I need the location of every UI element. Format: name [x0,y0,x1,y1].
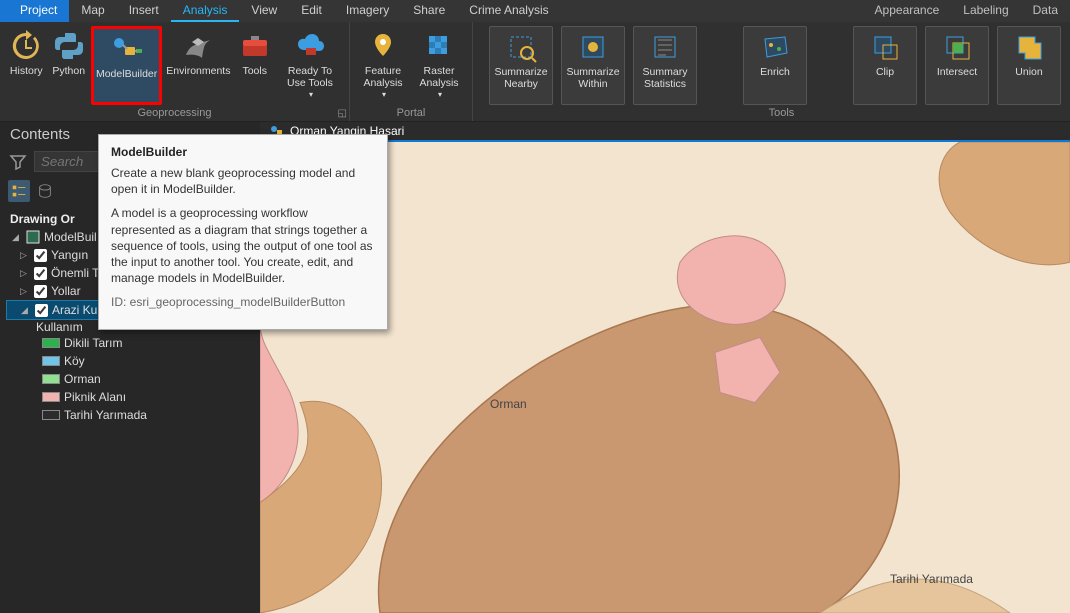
legend-label: Dikili Tarım [64,336,122,350]
menu-crime-analysis[interactable]: Crime Analysis [457,0,560,22]
raster-analysis-icon [423,30,455,62]
summary-statistics-button[interactable]: Summary Statistics [633,26,697,105]
union-icon [1013,31,1045,63]
environments-icon [182,30,214,62]
raster-analysis-button[interactable]: Raster Analysis▾ [412,26,466,105]
legend-item[interactable]: Dikili Tarım [36,334,254,352]
summarize-within-icon [577,31,609,63]
enrich-button[interactable]: Enrich [743,26,807,105]
dialog-launcher-geoprocessing[interactable]: ◱ [338,108,347,119]
legend-item[interactable]: Köy [36,352,254,370]
map-frame-icon [26,230,40,244]
ribbon-group-geoprocessing: History Python ModelBuilder Environments… [0,22,350,121]
feature-analysis-icon [367,30,399,62]
layer-visibility-checkbox[interactable] [34,249,47,262]
legend-swatch [42,392,60,402]
map-label: Orman [490,397,527,411]
chevron-down-icon: ▾ [309,89,313,101]
ribbon: History Python ModelBuilder Environments… [0,22,1070,122]
tooltip-modelbuilder: ModelBuilder Create a new blank geoproce… [98,134,388,330]
legend-label: Tarihi Yarımada [64,408,147,422]
legend-label: Köy [64,354,85,368]
legend-label: Piknik Alanı [64,390,126,404]
expand-icon[interactable]: ▷ [20,250,30,261]
menu-bar: Project Map Insert Analysis View Edit Im… [0,0,1070,22]
cloud-tools-icon [294,30,326,62]
clip-icon [869,31,901,63]
tools-button[interactable]: Tools [234,26,274,105]
union-button[interactable]: Union [997,26,1061,105]
legend-item[interactable]: Piknik Alanı [36,388,254,406]
python-icon [53,30,85,62]
list-by-source-icon[interactable] [34,180,56,202]
python-button[interactable]: Python [48,26,88,105]
menu-imagery[interactable]: Imagery [334,0,401,22]
ctx-labeling[interactable]: Labeling [951,0,1020,22]
legend-swatch [42,374,60,384]
tooltip-summary: Create a new blank geoprocessing model a… [111,165,375,197]
ctx-data[interactable]: Data [1021,0,1070,22]
legend-item[interactable]: Orman [36,370,254,388]
expand-icon[interactable]: ▷ [20,268,30,279]
toolbox-icon [239,30,271,62]
summarize-nearby-icon [505,31,537,63]
menu-view[interactable]: View [239,0,289,22]
ribbon-group-tools: Summarize Nearby Summarize Within Summar… [473,22,1070,121]
enrich-icon [759,31,791,63]
ribbon-group-portal: Feature Analysis▾ Raster Analysis▾ Porta… [350,22,473,121]
group-label-tools: Tools [479,107,1070,119]
layer-visibility-checkbox[interactable] [34,267,47,280]
menu-analysis[interactable]: Analysis [171,0,240,22]
menu-edit[interactable]: Edit [289,0,334,22]
tooltip-title: ModelBuilder [111,145,375,159]
menu-insert[interactable]: Insert [117,0,171,22]
group-label-geoprocessing: Geoprocessing [6,107,343,119]
tooltip-description: A model is a geoprocessing workflow repr… [111,205,375,286]
legend-swatch [42,338,60,348]
history-icon [10,30,42,62]
filter-icon[interactable] [8,152,28,172]
legend-label: Orman [64,372,101,386]
tooltip-id: ID: esri_geoprocessing_modelBuilderButto… [111,294,375,310]
ready-to-use-tools-button[interactable]: Ready To Use Tools▾ [277,26,343,105]
summarize-nearby-button[interactable]: Summarize Nearby [489,26,553,105]
intersect-icon [941,31,973,63]
environments-button[interactable]: Environments [164,26,232,105]
legend-swatch [42,356,60,366]
chevron-down-icon: ▾ [382,89,386,101]
chevron-down-icon: ▾ [438,89,442,101]
layer-name: Yangın [51,248,88,262]
feature-analysis-button[interactable]: Feature Analysis▾ [356,26,410,105]
ctx-appearance[interactable]: Appearance [863,0,952,22]
summarize-within-button[interactable]: Summarize Within [561,26,625,105]
history-button[interactable]: History [6,26,46,105]
layer-name: Yollar [51,284,81,298]
intersect-button[interactable]: Intersect [925,26,989,105]
group-label-portal: Portal [356,107,466,119]
menu-share[interactable]: Share [401,0,457,22]
menu-project[interactable]: Project [0,0,69,22]
legend-item[interactable]: Tarihi Yarımada [36,406,254,424]
legend-swatch [42,410,60,420]
map-label: Tarihi Yarımada [890,572,973,586]
expand-icon[interactable]: ▷ [20,286,30,297]
layer-visibility-checkbox[interactable] [34,285,47,298]
modelbuilder-button[interactable]: ModelBuilder [91,26,162,105]
clip-button[interactable]: Clip [853,26,917,105]
modelbuilder-icon [111,33,143,65]
summary-statistics-icon [649,31,681,63]
expand-icon[interactable]: ◢ [21,305,31,316]
menu-map[interactable]: Map [69,0,116,22]
list-by-drawing-order-icon[interactable] [8,180,30,202]
layer-visibility-checkbox[interactable] [35,304,48,317]
